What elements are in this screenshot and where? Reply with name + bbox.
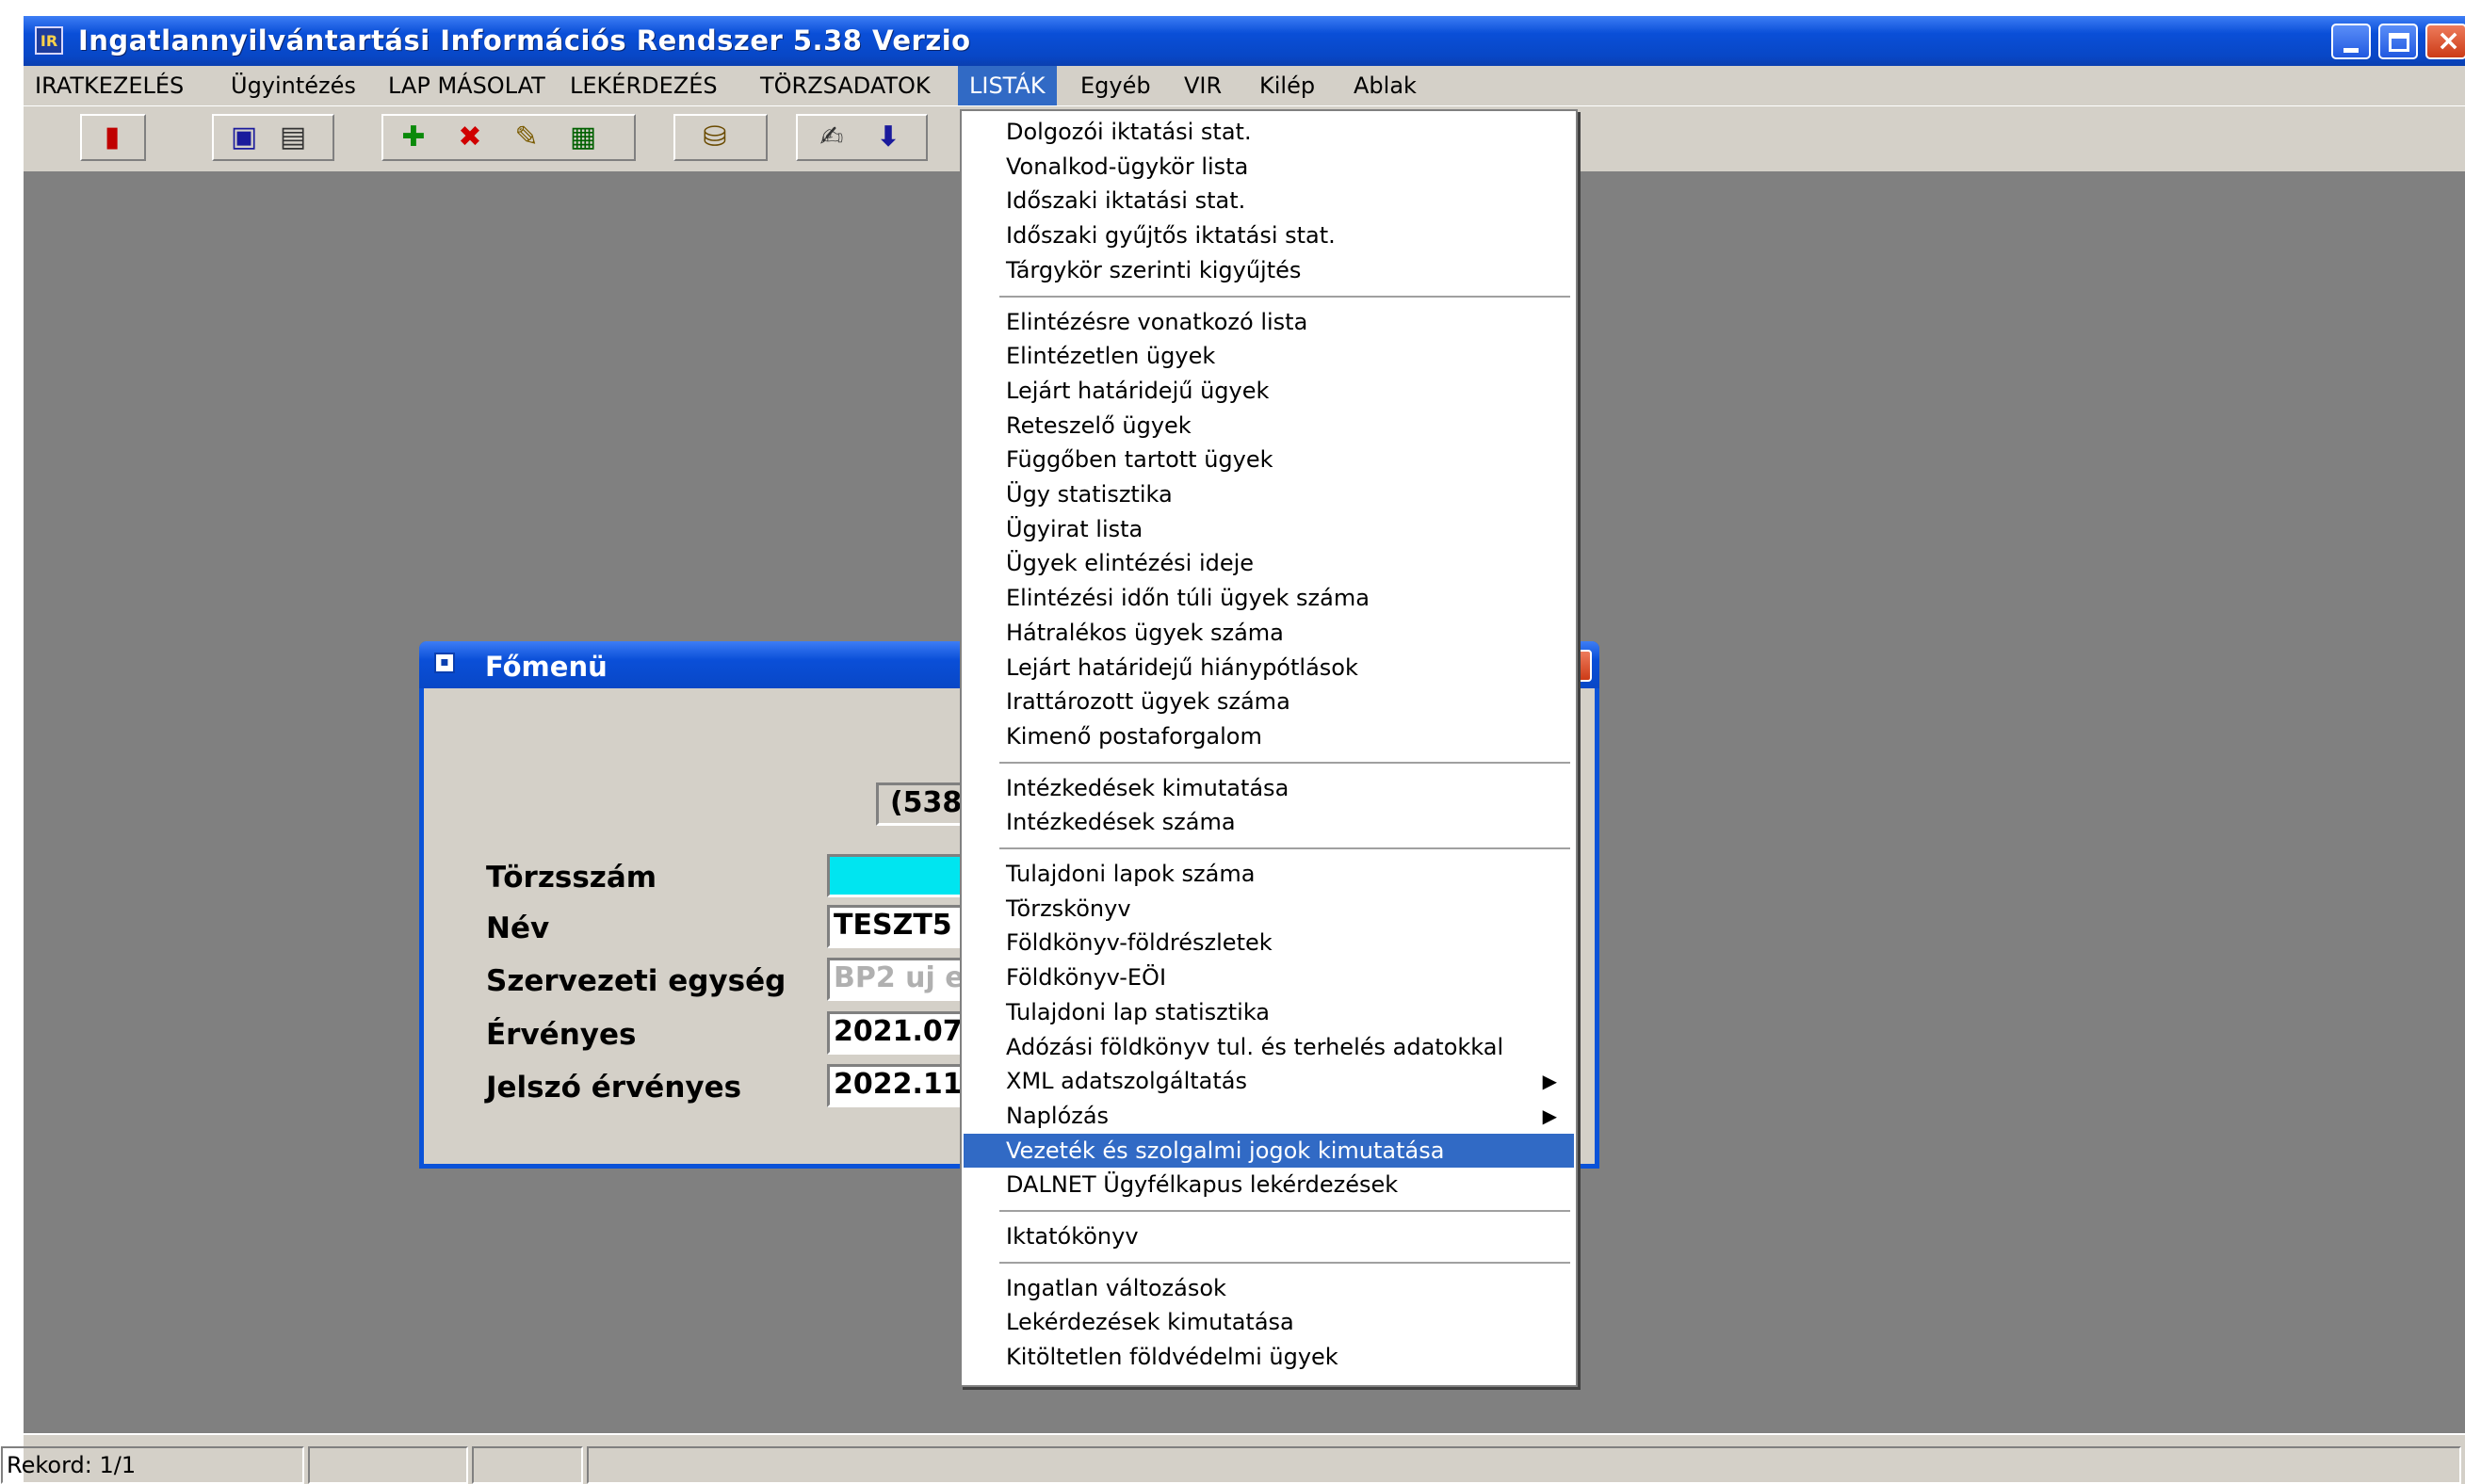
listak-menu-item[interactable]: Ügyek elintézési ideje	[964, 546, 1574, 580]
window-title: Ingatlannyilvántartási Információs Rends…	[78, 24, 971, 56]
jelszo-ervenyes-label: Jelszó érvényes	[486, 1071, 742, 1105]
delete-record-icon[interactable]: ✖	[449, 116, 491, 157]
add-record-icon[interactable]: ✚	[393, 116, 434, 157]
listak-menu-item[interactable]: Iktatókönyv	[964, 1219, 1574, 1253]
listak-menu-item[interactable]: Lekérdezések kimutatása	[964, 1305, 1574, 1339]
listak-menu-item[interactable]: XML adatszolgáltatás ▶	[964, 1064, 1574, 1098]
database-icon[interactable]: ⛁	[694, 116, 736, 157]
listak-menu-item[interactable]: Intézkedések kimutatása	[964, 771, 1574, 805]
fomenu-title: Főmenü	[485, 651, 608, 683]
ervenyes-label: Érvényes	[486, 1018, 637, 1052]
menu-lekerdezes[interactable]: LEKÉRDEZÉS	[559, 66, 729, 105]
szervezeti-egyseg-label: Szervezeti egység	[486, 964, 787, 998]
listak-menu-item[interactable]: Lejárt határidejű hiánypótlások	[964, 651, 1574, 685]
menu-listak[interactable]: LISTÁK	[958, 66, 1057, 105]
exit-icon[interactable]: ▮	[91, 116, 133, 157]
listak-menu-item[interactable]: Törzskönyv	[964, 892, 1574, 926]
menu-separator	[999, 295, 1570, 298]
submenu-arrow-icon: ▶	[1542, 1070, 1557, 1093]
save-icon[interactable]: ▣	[223, 116, 265, 157]
menu-vir[interactable]: VIR	[1173, 66, 1233, 105]
close-icon: ×	[2437, 24, 2461, 57]
listak-menu-item[interactable]: Vezeték és szolgalmi jogok kimutatása	[964, 1133, 1574, 1168]
menu-lap-masolat[interactable]: LAP MÁSOLAT	[377, 66, 557, 105]
listak-menu-item[interactable]: Vonalkod-ügykör lista	[964, 150, 1574, 184]
listak-menu-item[interactable]: Függőben tartott ügyek	[964, 443, 1574, 476]
status-panel-3	[472, 1446, 583, 1484]
menu-separator	[999, 1261, 1570, 1264]
listak-menu-item[interactable]: Tulajdoni lapok száma	[964, 857, 1574, 891]
view-record-icon[interactable]: ▦	[562, 116, 604, 157]
title-bar[interactable]: IR Ingatlannyilvántartási Információs Re…	[24, 16, 2465, 66]
listak-menu-item[interactable]: Földkönyv-földrészletek	[964, 926, 1574, 960]
listak-menu-item[interactable]: DALNET Ügyfélkapus lekérdezések	[964, 1168, 1574, 1202]
menu-egyeb[interactable]: Egyéb	[1069, 66, 1162, 105]
listak-menu-item[interactable]: Időszaki iktatási stat.	[964, 184, 1574, 218]
listak-menu-item[interactable]: Dolgozói iktatási stat.	[964, 115, 1574, 149]
edit-record-icon[interactable]: ✎	[506, 116, 547, 157]
listak-menu-item[interactable]: Tulajdoni lap statisztika	[964, 995, 1574, 1029]
menu-ablak[interactable]: Ablak	[1342, 66, 1428, 105]
menu-kilep[interactable]: Kilép	[1248, 66, 1326, 105]
minimize-icon	[2343, 48, 2359, 53]
maximize-button[interactable]	[2378, 24, 2418, 59]
listak-menu-item[interactable]: Intézkedések száma	[964, 805, 1574, 839]
listak-menu-item[interactable]: Reteszelő ügyek	[964, 409, 1574, 443]
status-record: Rekord: 1/1	[1, 1446, 304, 1484]
listak-menu-item[interactable]: Időszaki gyűjtős iktatási stat.	[964, 218, 1574, 252]
submenu-arrow-icon: ▶	[1542, 1104, 1557, 1127]
listak-menu-item[interactable]: Elintézetlen ügyek	[964, 339, 1574, 373]
status-panel-2	[308, 1446, 468, 1484]
listak-menu-item[interactable]: Elintézésre vonatkozó lista	[964, 305, 1574, 339]
listak-menu-item[interactable]: Elintézési időn túli ügyek száma	[964, 581, 1574, 615]
listak-menu-item[interactable]: Lejárt határidejű ügyek	[964, 374, 1574, 408]
menu-iratkezeles[interactable]: IRATKEZELÉS	[24, 66, 195, 105]
minimize-button[interactable]	[2331, 24, 2371, 59]
menu-separator	[999, 761, 1570, 764]
listak-menu-item[interactable]: Irattározott ügyek száma	[964, 685, 1574, 718]
listak-menu-item[interactable]: Ügy statisztika	[964, 477, 1574, 511]
listak-menu-item[interactable]: Ingatlan változások	[964, 1271, 1574, 1305]
menu-separator	[999, 1210, 1570, 1212]
listak-dropdown-menu: Dolgozói iktatási stat. Vonalkod-ügykör l…	[960, 109, 1578, 1387]
listak-menu-item[interactable]: Hátralékos ügyek száma	[964, 616, 1574, 650]
listak-menu-item[interactable]: Kitöltetlen földvédelmi ügyek	[964, 1340, 1574, 1374]
listak-menu-item[interactable]: Naplózás ▶	[964, 1099, 1574, 1133]
print-icon[interactable]: ▤	[272, 116, 314, 157]
listak-menu-item[interactable]: Kimenő postaforgalom	[964, 719, 1574, 753]
torzsszam-label: Törzsszám	[486, 861, 657, 895]
menu-separator	[999, 847, 1570, 849]
notes-icon[interactable]: ✍	[811, 116, 852, 157]
close-button[interactable]: ×	[2425, 24, 2465, 59]
menu-bar: IRATKEZELÉS Ügyintézés LAP MÁSOLAT LEKÉR…	[24, 66, 2465, 105]
status-bar: Rekord: 1/1	[1, 1433, 2465, 1484]
menu-torzsadatok[interactable]: TÖRZSADATOK	[749, 66, 942, 105]
listak-menu-item[interactable]: Ügyirat lista	[964, 512, 1574, 546]
listak-menu-item[interactable]: Adózási földkönyv tul. és terhelés adato…	[964, 1030, 1574, 1064]
status-panel-4	[587, 1446, 2461, 1484]
download-icon[interactable]: ⬇	[868, 116, 909, 157]
window-menu-icon[interactable]: ▪	[434, 653, 455, 673]
maximize-icon	[2389, 33, 2409, 52]
nev-label: Név	[486, 911, 550, 945]
app-icon: IR	[35, 26, 63, 55]
menu-ugyintezes[interactable]: Ügyintézés	[219, 66, 367, 105]
listak-menu-item[interactable]: Tárgykör szerinti kigyűjtés	[964, 253, 1574, 287]
listak-menu-item[interactable]: Földkönyv-EÖI	[964, 960, 1574, 994]
